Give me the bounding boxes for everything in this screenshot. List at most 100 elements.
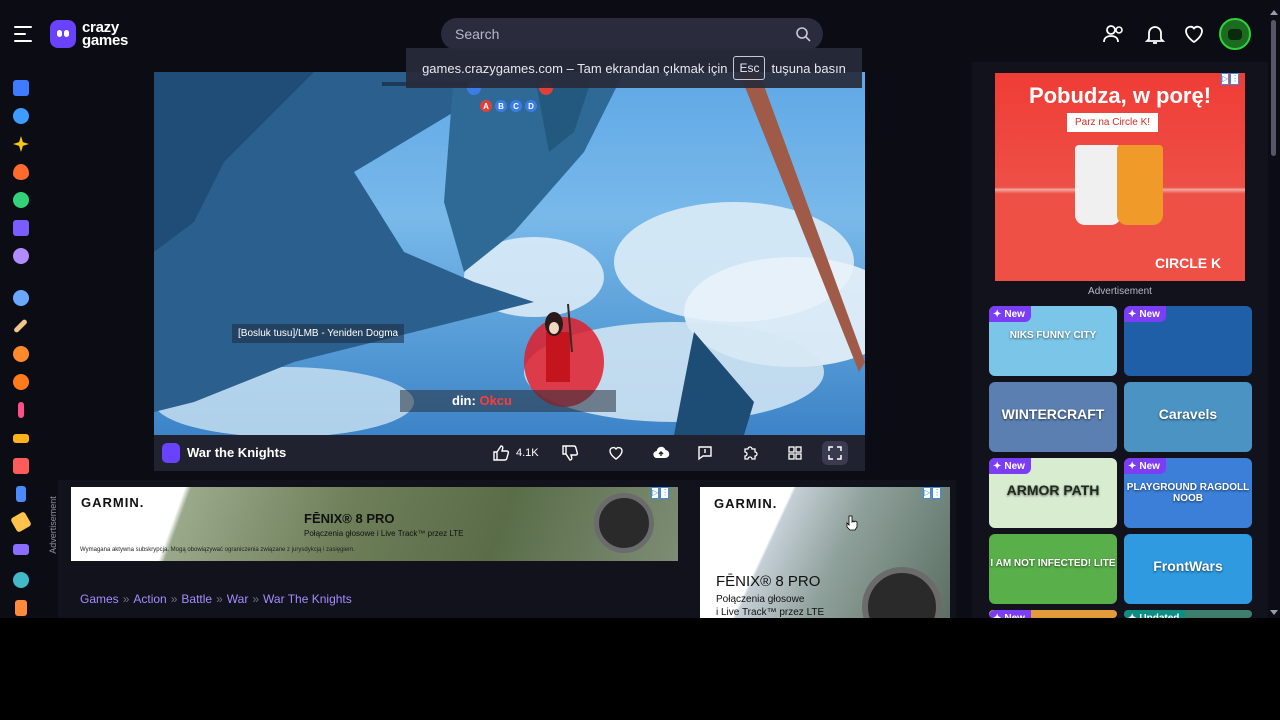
garmin-side-ad[interactable]: GARMIN. FĒNIX® 8 PRO Połączenia głosowe … [700,487,950,618]
adventure-icon[interactable] [13,346,29,362]
ad-tagline: Połączenia głosowe i Live Track™ przez L… [716,594,825,618]
updated-icon[interactable] [13,192,29,208]
breadcrumb: Games» Action» Battle» War» War The Knights [80,592,352,606]
card-icon[interactable] [13,458,29,474]
new-badge: ✦ New [1124,458,1166,474]
breadcrumb-link[interactable]: Action [133,592,166,606]
theater-button[interactable] [786,441,804,465]
car-icon[interactable] [13,434,29,443]
page-scrollbar[interactable] [1268,8,1280,618]
originals-icon[interactable] [13,220,29,236]
dislike-button[interactable] [561,441,579,465]
share-button[interactable] [652,441,670,465]
esc-key: Esc [733,56,766,80]
two-player-icon[interactable] [13,290,29,306]
thumbs-down-icon [562,445,579,461]
home-icon[interactable] [13,80,29,96]
crazygames-logo[interactable]: crazy games [50,18,128,50]
like-button[interactable]: 4.1K [492,441,539,465]
controller-icon[interactable] [13,544,29,555]
badge-label: New [1004,460,1025,472]
adchoices-icon[interactable]: ▷ ⋮ [651,487,670,499]
game-tile-title: PLAYGROUND RAGDOLL NOOB [1126,482,1250,504]
respawn-hint: [Bosluk tusu]/LMB - Yeniden Dogma [232,324,405,343]
game-tile[interactable]: I AM NOT INFECTED! LITE [989,534,1117,604]
notice-prefix: games.crazygames.com – Tam ekrandan çıkm… [422,60,728,76]
ad-fine-print: Wymagana aktywna subskrypcja. Mogą obowi… [80,547,355,553]
promo-cta-button[interactable]: Parz na Circle K! [1067,113,1159,132]
search-placeholder: Search [455,26,500,42]
favorite-button[interactable] [607,441,625,465]
multiplayer-icon[interactable] [13,248,29,264]
game-tile[interactable]: PLAYGROUND RAGDOLL NOOB ✦ New [1124,458,1252,528]
driving-icon[interactable] [13,572,29,588]
breadcrumb-link[interactable]: Battle [181,592,212,606]
game-canvas[interactable]: A B C D [Bosluk tusu]/LMB - Yeniden Dogm… [154,72,865,435]
report-button[interactable] [696,441,714,465]
embed-button[interactable] [741,441,759,465]
sparkle-icon: ✦ [993,308,1002,320]
beauty-icon[interactable] [18,402,24,418]
trending-icon[interactable] [13,164,29,180]
fullscreen-button[interactable] [822,441,848,465]
heart-icon[interactable] [1182,22,1206,46]
badge-label: New [1139,460,1160,472]
game-tile[interactable]: NIKS FUNNY CITY ✦ New [989,306,1117,376]
badge-label: New [1004,612,1025,619]
breadcrumb-link[interactable]: Games [80,592,119,606]
scroll-down-arrow[interactable] [1270,610,1278,615]
team-d-indicator: D [525,100,537,112]
heart-icon [609,446,623,460]
cloud-upload-icon [653,446,670,459]
new-badge: ✦ New [989,458,1031,474]
badge-label: Updated [1139,612,1180,619]
sparkle-icon: ✦ [1128,308,1137,320]
search-icon[interactable] [795,26,811,42]
new-badge: ✦ New [989,610,1031,618]
kill-prefix: din: [452,393,476,408]
scroll-thumb[interactable] [1271,20,1276,156]
garmin-banner-ad[interactable]: GARMIN. FĒNIX® 8 PRO Połączenia głosowe … [71,487,678,561]
new-icon[interactable] [13,136,29,152]
game-tile[interactable]: ✦ New [1124,306,1252,376]
logo-wordmark: crazy games [82,19,129,49]
notice-suffix: tuşuna basın [771,60,846,76]
game-tile[interactable]: Caravels [1124,382,1252,452]
breadcrumb-link[interactable]: War The Knights [263,592,352,606]
ad-brand: GARMIN. [714,496,778,511]
thumbs-up-icon [493,445,510,461]
clicker-icon[interactable] [10,511,32,533]
new-badge: ✦ New [989,306,1031,322]
team-indicators: A B C D [480,100,537,112]
kill-name: Okcu [479,393,512,408]
scroll-up-arrow[interactable] [1270,10,1278,15]
escape-icon[interactable] [15,600,27,616]
user-avatar[interactable] [1219,18,1251,50]
promo-brand: CIRCLE K [1155,255,1222,271]
action-icon[interactable] [13,318,28,334]
recent-icon[interactable] [13,108,29,124]
basketball-icon[interactable] [13,374,29,390]
logo-icon [50,20,76,48]
friends-icon[interactable] [1102,22,1126,46]
game-tile[interactable]: ARMOR PATH ✦ New [989,458,1117,528]
bell-icon[interactable] [1143,22,1167,46]
team-b-indicator: B [495,100,507,112]
circle-k-ad[interactable]: Pobudza, w porę! Parz na Circle K! CIRCL… [995,73,1245,281]
game-tile[interactable]: ✦ Updated [1124,610,1252,618]
badge-label: New [1139,308,1160,320]
game-tile-title: I AM NOT INFECTED! LITE [990,558,1116,569]
game-tile-title: WINTERCRAFT [1001,406,1105,422]
adchoices-icon[interactable]: ▷ ⋮ [923,487,942,499]
menu-toggle-icon[interactable] [14,26,32,42]
casual-icon[interactable] [16,486,26,502]
game-tile-title: ARMOR PATH [1006,482,1100,498]
search-input[interactable]: Search [441,18,823,50]
adchoices-icon[interactable]: ▷ ⋮ [1221,73,1240,85]
game-tile[interactable]: WINTERCRAFT [989,382,1117,452]
game-tile[interactable]: ✦ New [989,610,1117,618]
breadcrumb-link[interactable]: War [227,592,249,606]
game-tile[interactable]: FrontWars [1124,534,1252,604]
sparkle-icon: ✦ [993,460,1002,472]
game-tile-title: NIKS FUNNY CITY [1009,330,1097,341]
